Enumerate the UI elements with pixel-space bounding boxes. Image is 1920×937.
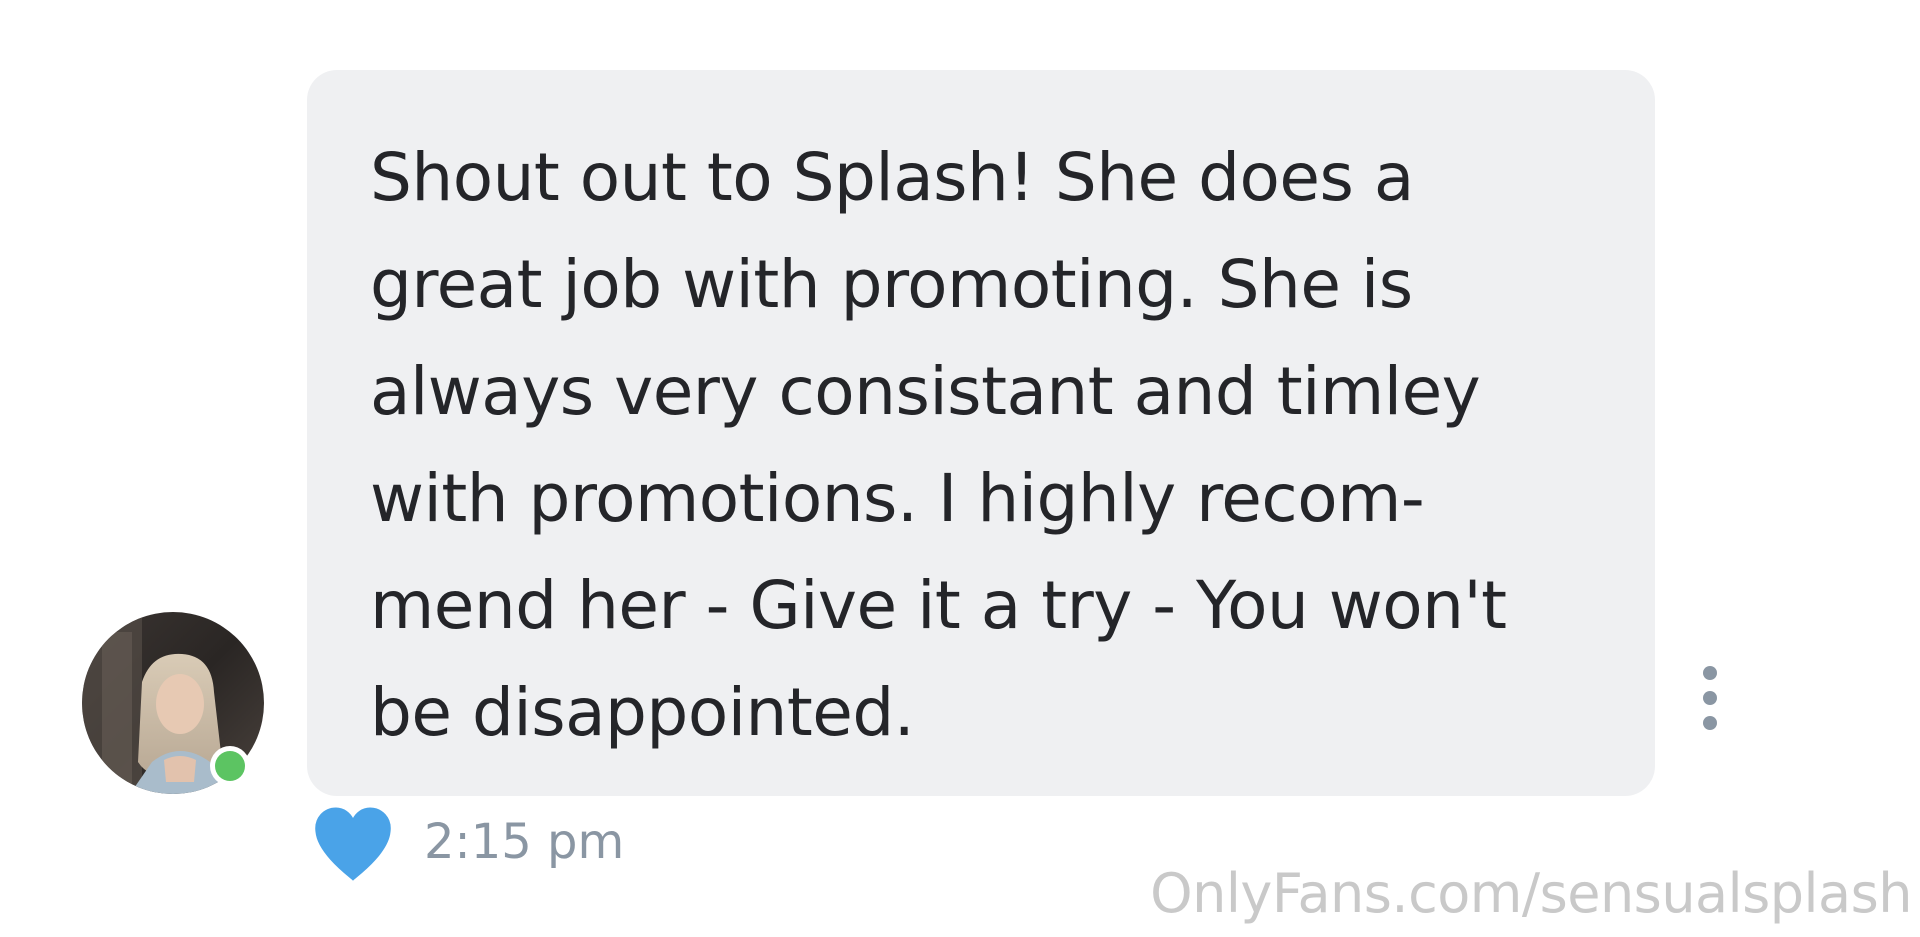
more-dot-icon [1703, 666, 1717, 680]
message-timestamp: 2:15 pm [424, 814, 625, 870]
message-line: great job with promoting. She is [370, 246, 1413, 323]
message-line: mend her - Give it a try - You won't [370, 567, 1507, 644]
message-text: Shout out to Splash! She does a great jo… [370, 124, 1615, 766]
message-bubble[interactable]: Shout out to Splash! She does a great jo… [307, 70, 1655, 796]
message-line: Shout out to Splash! She does a [370, 139, 1414, 216]
online-status-indicator [210, 746, 250, 786]
heart-icon[interactable] [312, 806, 394, 884]
more-dot-icon [1703, 716, 1717, 730]
chat-message-screen: Shout out to Splash! She does a great jo… [0, 0, 1920, 937]
more-options-button[interactable] [1696, 666, 1724, 730]
sender-avatar[interactable] [82, 612, 264, 794]
message-line: always very consistant and timley [370, 353, 1481, 430]
message-meta: 2:15 pm [312, 804, 624, 886]
more-dot-icon [1703, 691, 1717, 705]
message-line: be disappointed. [370, 674, 915, 751]
message-line: with promotions. I highly recom- [370, 460, 1425, 537]
watermark: OnlyFans.com/sensualsplash [1150, 862, 1912, 925]
